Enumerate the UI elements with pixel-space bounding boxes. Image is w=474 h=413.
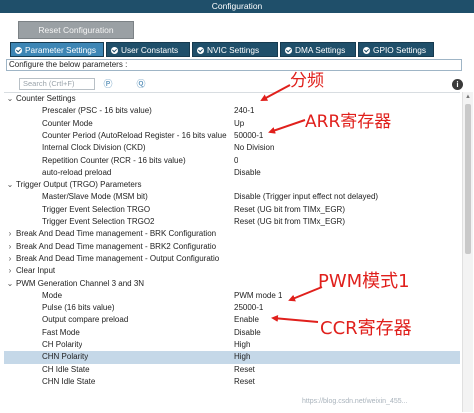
param-name: Master/Slave Mode (MSM bit) — [42, 192, 148, 202]
param-value[interactable]: Up — [234, 118, 244, 130]
param-row-ch-idle-state[interactable]: CH Idle State Reset — [4, 364, 460, 376]
group-brk2-configuration[interactable]: › Break And Dead Time management - BRK2 … — [4, 241, 460, 253]
param-row-ch-polarity[interactable]: CH Polarity High — [4, 339, 460, 351]
group-label: Break And Dead Time management - Output … — [16, 253, 220, 263]
configure-hint: Configure the below parameters : — [6, 59, 462, 71]
param-row-trigger-event-trgo2[interactable]: Trigger Event Selection TRGO2 Reset (UG … — [4, 216, 460, 228]
param-row-repetition-counter[interactable]: Repetition Counter (RCR - 16 bits value)… — [4, 155, 460, 167]
tab-label: GPIO Settings — [373, 45, 427, 55]
param-name: Prescaler (PSC - 16 bits value) — [42, 106, 152, 116]
scroll-thumb[interactable] — [465, 104, 471, 254]
param-value[interactable]: Reset (UG bit from TIMx_EGR) — [234, 204, 345, 216]
param-value[interactable]: Disable — [234, 167, 261, 179]
param-row-chn-polarity[interactable]: CHN Polarity High — [4, 351, 460, 364]
param-name: Counter Period (AutoReload Register - 16… — [42, 130, 227, 140]
param-value[interactable]: No Division — [234, 142, 274, 154]
group-brk-configuration[interactable]: › Break And Dead Time management - BRK C… — [4, 228, 460, 240]
group-counter-settings[interactable]: ⌄ Counter Settings — [4, 93, 460, 105]
param-name: CH Idle State — [42, 364, 90, 374]
param-value[interactable]: Reset — [234, 364, 255, 376]
chevron-right-icon: › — [8, 241, 12, 251]
param-name: Trigger Event Selection TRGO — [42, 204, 151, 214]
check-circle-icon — [111, 47, 118, 54]
param-row-trigger-event-trgo[interactable]: Trigger Event Selection TRGO Reset (UG b… — [4, 204, 460, 216]
watermark: https://blog.csdn.net/weixin_455... — [302, 398, 408, 405]
vertical-scrollbar[interactable]: ▲ — [462, 92, 473, 412]
chevron-right-icon: › — [8, 253, 12, 263]
group-label: Break And Dead Time management - BRK2 Co… — [16, 241, 217, 251]
tab-gpio-settings[interactable]: GPIO Settings — [358, 42, 434, 57]
check-circle-icon — [197, 47, 204, 54]
param-value[interactable]: 0 — [234, 155, 238, 167]
check-circle-icon — [15, 47, 22, 54]
param-name: Output compare preload — [42, 315, 129, 325]
param-name: auto-reload preload — [42, 167, 112, 177]
param-row-counter-mode[interactable]: Counter Mode Up — [4, 118, 460, 130]
param-name: Trigger Event Selection TRGO2 — [42, 217, 155, 226]
tab-label: NVIC Settings — [207, 45, 260, 55]
param-row-pulse[interactable]: Pulse (16 bits value) 25000-1 — [4, 302, 460, 314]
next-icon[interactable]: Ⓠ — [136, 79, 146, 89]
param-value[interactable]: Enable — [234, 314, 259, 326]
check-circle-icon — [363, 47, 370, 54]
previous-icon[interactable]: Ⓟ — [103, 79, 113, 89]
tab-label: DMA Settings — [295, 45, 346, 55]
tab-nvic-settings[interactable]: NVIC Settings — [192, 42, 278, 57]
scroll-up-icon[interactable]: ▲ — [463, 92, 473, 102]
chevron-down-icon: ⌄ — [6, 278, 14, 288]
param-value[interactable]: Reset — [234, 376, 255, 388]
check-circle-icon — [285, 47, 292, 54]
group-trigger-output[interactable]: ⌄ Trigger Output (TRGO) Parameters — [4, 179, 460, 191]
param-value[interactable]: Disable (Trigger input effect not delaye… — [234, 191, 378, 203]
param-name: CHN Idle State — [42, 376, 96, 386]
annotation-pwm-label: PWM模式1 — [318, 271, 410, 292]
param-row-chn-idle-state[interactable]: CHN Idle State Reset — [4, 376, 460, 388]
param-row-counter-period[interactable]: Counter Period (AutoReload Register - 16… — [4, 130, 460, 142]
param-value[interactable]: 25000-1 — [234, 302, 263, 314]
tab-label: User Constants — [121, 45, 179, 55]
annotation-prescaler-label: 分频 — [290, 71, 324, 91]
param-value[interactable]: High — [234, 351, 250, 363]
param-name: Internal Clock Division (CKD) — [42, 143, 146, 153]
param-name: Pulse (16 bits value) — [42, 303, 115, 313]
tab-dma-settings[interactable]: DMA Settings — [280, 42, 356, 57]
param-row-master-slave-mode[interactable]: Master/Slave Mode (MSM bit) Disable (Tri… — [4, 191, 460, 203]
tab-parameter-settings[interactable]: Parameter Settings — [10, 42, 104, 57]
param-row-prescaler[interactable]: Prescaler (PSC - 16 bits value) 240-1 — [4, 105, 460, 117]
param-name: Repetition Counter (RCR - 16 bits value) — [42, 155, 186, 165]
chevron-right-icon: › — [8, 229, 12, 239]
window-title: Configuration — [0, 0, 474, 13]
tab-user-constants[interactable]: User Constants — [106, 42, 190, 57]
param-name: CH Polarity — [42, 340, 83, 349]
param-row-auto-reload-preload[interactable]: auto-reload preload Disable — [4, 167, 460, 179]
chevron-down-icon: ⌄ — [6, 180, 14, 190]
tab-label: Parameter Settings — [25, 45, 97, 55]
info-icon[interactable]: i — [452, 79, 463, 90]
param-value[interactable]: Reset (UG bit from TIMx_EGR) — [234, 216, 345, 228]
param-value[interactable]: High — [234, 339, 250, 351]
param-name: Mode — [42, 290, 63, 300]
param-value[interactable]: PWM mode 1 — [234, 290, 282, 302]
param-value[interactable]: 50000-1 — [234, 130, 263, 142]
param-value[interactable]: 240-1 — [234, 105, 254, 117]
param-name: CHN Polarity — [42, 352, 89, 362]
settings-tabs: Parameter Settings User Constants NVIC S… — [10, 42, 470, 58]
reset-configuration-button[interactable]: Reset Configuration — [18, 21, 134, 39]
param-name: Counter Mode — [42, 118, 93, 128]
parameter-tree: ⌄ Counter Settings Prescaler (PSC - 16 b… — [4, 92, 460, 413]
group-label: Counter Settings — [16, 94, 76, 103]
param-name: Fast Mode — [42, 327, 80, 337]
param-value[interactable]: Disable — [234, 327, 261, 339]
chevron-down-icon: ⌄ — [6, 94, 14, 103]
param-row-clock-division[interactable]: Internal Clock Division (CKD) No Divisio… — [4, 142, 460, 154]
annotation-ccr-label: CCR寄存器 — [320, 318, 412, 339]
group-label: Clear Input — [16, 266, 56, 276]
annotation-arr-label: ARR寄存器 — [305, 112, 392, 132]
search-input[interactable]: Search (Crtl+F) — [19, 78, 95, 90]
group-label: Break And Dead Time management - BRK Con… — [16, 229, 217, 239]
group-label: Trigger Output (TRGO) Parameters — [16, 180, 142, 190]
group-output-configuration[interactable]: › Break And Dead Time management - Outpu… — [4, 253, 460, 265]
chevron-right-icon: › — [8, 266, 12, 276]
group-label: PWM Generation Channel 3 and 3N — [16, 278, 145, 288]
